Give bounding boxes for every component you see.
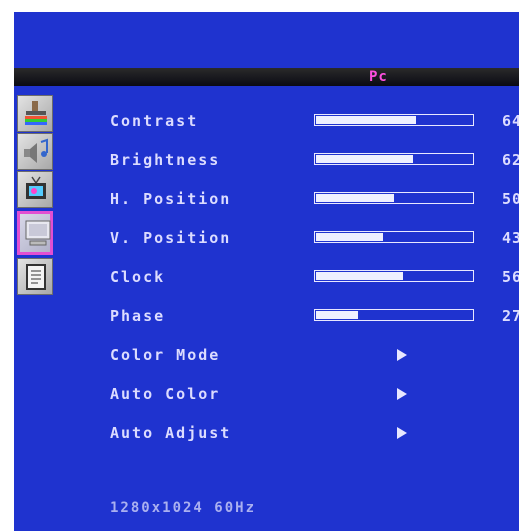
- v-position-slider[interactable]: [314, 231, 474, 243]
- h-position-slider[interactable]: [314, 192, 474, 204]
- submenu-arrow-icon[interactable]: [397, 388, 407, 400]
- brightness-slider[interactable]: [314, 153, 474, 165]
- tab-pc[interactable]: [17, 211, 53, 255]
- h-position-value: 50: [502, 190, 519, 208]
- document-icon: [26, 264, 46, 290]
- side-tabs: [14, 95, 56, 385]
- menu-item-brightness[interactable]: Brightness: [110, 151, 220, 169]
- phase-slider[interactable]: [314, 309, 474, 321]
- menu-item-clock[interactable]: Clock: [110, 268, 165, 286]
- submenu-arrow-icon[interactable]: [397, 349, 407, 361]
- menu-item-phase[interactable]: Phase: [110, 307, 165, 325]
- paint-roller-icon: [25, 101, 47, 125]
- contrast-slider[interactable]: [314, 114, 474, 126]
- tab-info[interactable]: [17, 258, 53, 295]
- phase-value: 27: [502, 307, 519, 325]
- tv-icon: [26, 176, 46, 199]
- tab-picture[interactable]: [17, 95, 53, 132]
- monitor-icon: [25, 220, 51, 246]
- brightness-value: 62: [502, 151, 519, 169]
- menu-item-auto-color[interactable]: Auto Color: [110, 385, 220, 403]
- menu-item-contrast[interactable]: Contrast: [110, 112, 198, 130]
- clock-value: 56: [502, 268, 519, 286]
- menu-item-h-position[interactable]: H. Position: [110, 190, 231, 208]
- menu-item-color-mode[interactable]: Color Mode: [110, 346, 220, 364]
- contrast-value: 64: [502, 112, 519, 130]
- tab-tv[interactable]: [17, 171, 53, 208]
- tab-audio[interactable]: [17, 133, 53, 170]
- v-position-value: 43: [502, 229, 519, 247]
- menu-title: Pc: [369, 69, 388, 85]
- speaker-music-icon: [24, 138, 48, 163]
- osd-screen: Pc Contrast 64 Brightness 62 H. Position…: [14, 12, 519, 531]
- clock-slider[interactable]: [314, 270, 474, 282]
- menu-item-auto-adjust[interactable]: Auto Adjust: [110, 424, 231, 442]
- title-bar: Pc: [14, 68, 519, 86]
- submenu-arrow-icon[interactable]: [397, 427, 407, 439]
- menu-item-v-position[interactable]: V. Position: [110, 229, 231, 247]
- resolution-readout: 1280x1024 60Hz: [110, 500, 257, 516]
